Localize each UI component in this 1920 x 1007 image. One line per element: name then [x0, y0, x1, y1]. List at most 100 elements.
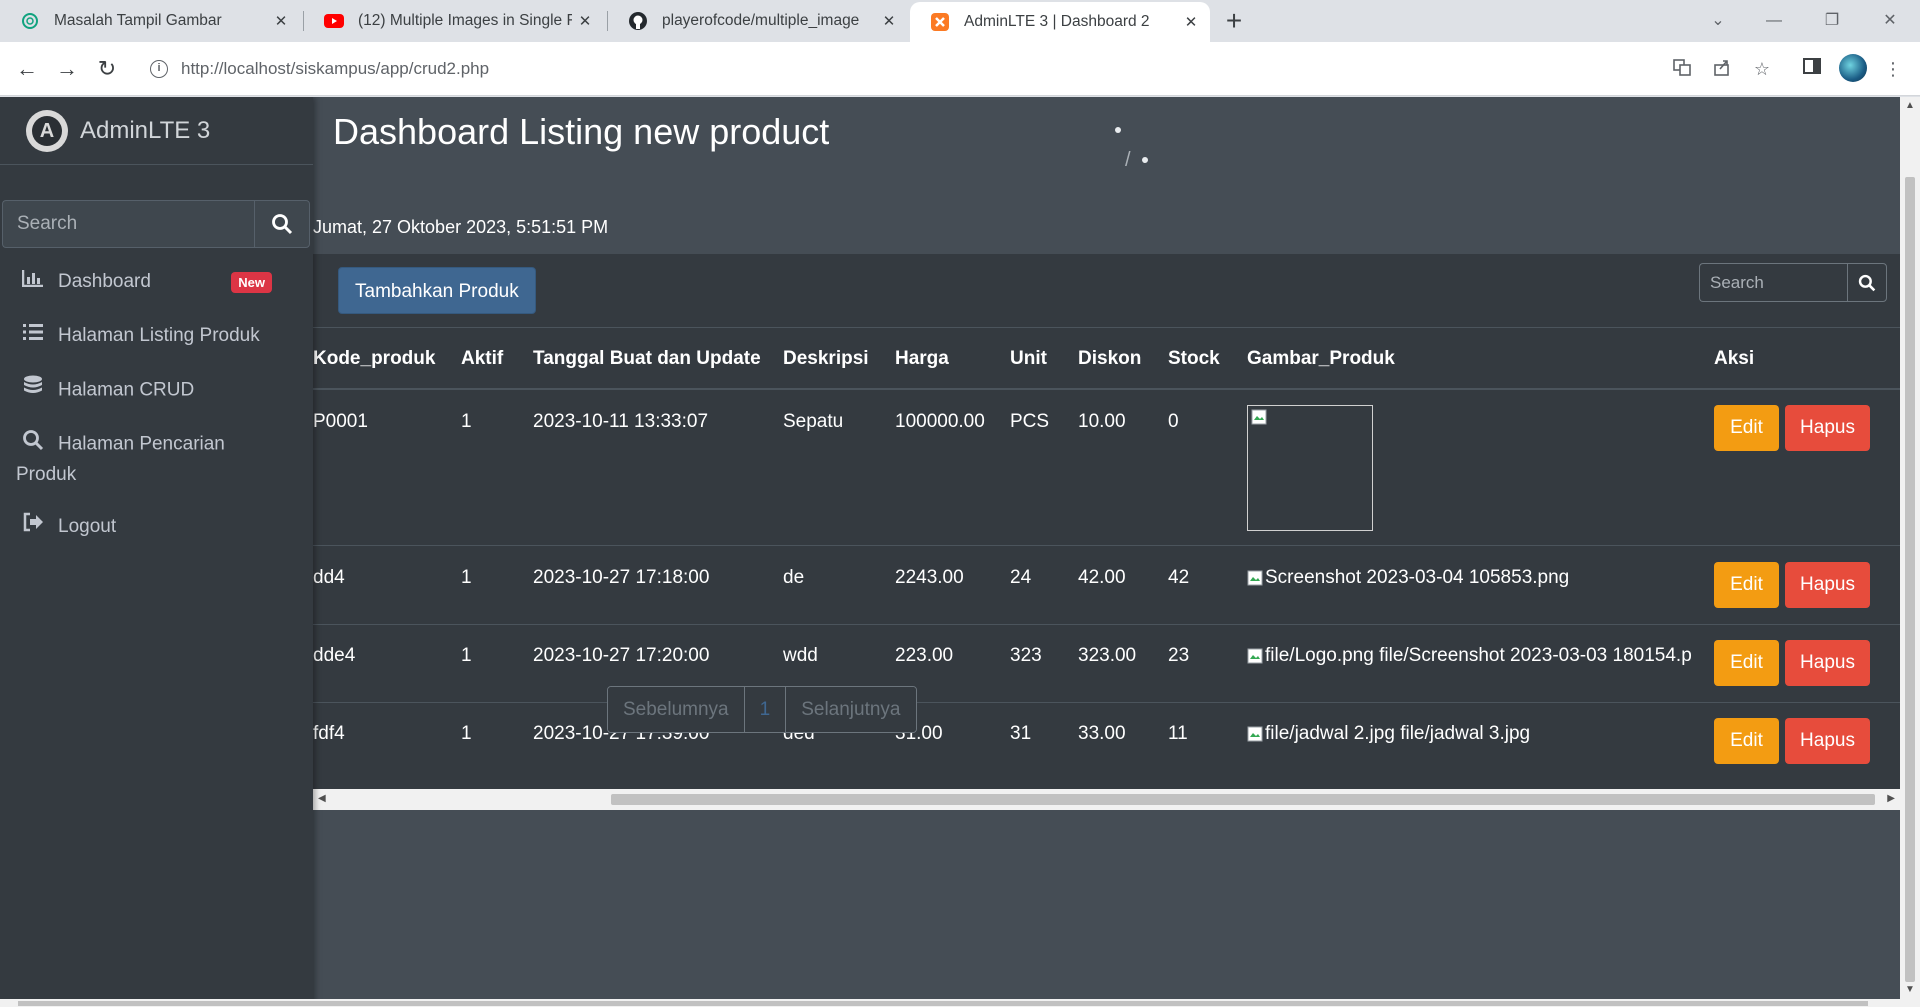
brand-link[interactable]: A AdminLTE 3: [0, 97, 313, 165]
minimize-button[interactable]: —: [1756, 4, 1792, 38]
page-horizontal-scrollbar[interactable]: [0, 999, 1900, 1007]
column-header: Deskripsi: [783, 348, 869, 369]
edit-button[interactable]: Edit: [1714, 562, 1779, 608]
column-header: Harga: [895, 348, 949, 369]
site-info-icon[interactable]: i: [150, 60, 168, 78]
close-icon[interactable]: ✕: [1178, 13, 1204, 31]
close-icon[interactable]: ✕: [572, 12, 598, 30]
pagination-next[interactable]: Selanjutnya: [786, 687, 916, 732]
main-content: Dashboard Listing new product / Jumat, 2…: [313, 97, 1900, 1007]
share-icon[interactable]: [1710, 57, 1734, 81]
translate-icon[interactable]: [1670, 57, 1694, 81]
harga-cell: 100000.00: [895, 411, 985, 432]
aktif-cell: 1: [461, 411, 472, 432]
stock-cell: 42: [1168, 567, 1190, 588]
edit-button[interactable]: Edit: [1714, 640, 1779, 686]
scroll-right-arrow-icon[interactable]: ▶: [1887, 793, 1895, 804]
column-header: Kode_produk: [313, 348, 436, 369]
column-header: Unit: [1010, 348, 1047, 369]
unit-cell: 31: [1010, 723, 1032, 744]
delete-button[interactable]: Hapus: [1785, 718, 1870, 764]
tanggal-cell: 2023-10-11 13:33:07: [533, 411, 709, 432]
column-header: Tanggal Buat dan Update: [533, 348, 761, 369]
brand-text: AdminLTE 3: [80, 116, 211, 144]
tab-search-icon[interactable]: ⌄: [1700, 4, 1736, 38]
sidebar-item-crud[interactable]: Halaman CRUD: [20, 375, 300, 406]
sidebar-search-input[interactable]: [2, 200, 254, 248]
restore-button[interactable]: ❐: [1814, 4, 1850, 38]
bookmark-star-icon[interactable]: ☆: [1750, 57, 1774, 81]
stock-cell: 11: [1168, 723, 1188, 744]
browser-toolbar: ← → ↻ i http://localhost/siskampus/app/c…: [0, 42, 1920, 96]
delete-button[interactable]: Hapus: [1785, 640, 1870, 686]
unit-cell: 323: [1010, 645, 1042, 666]
close-window-button[interactable]: ✕: [1872, 4, 1908, 38]
search-icon: [1858, 274, 1876, 291]
profile-avatar[interactable]: [1839, 54, 1867, 82]
pagination-page[interactable]: 1: [744, 687, 787, 732]
scrollbar-thumb[interactable]: [1905, 177, 1915, 982]
kode-produk-cell: P0001: [313, 411, 368, 432]
harga-cell: 2243.00: [895, 567, 964, 588]
sidebar-item-logout[interactable]: Logout: [20, 512, 300, 541]
deskripsi-cell: wdd: [783, 645, 818, 666]
scrollbar-thumb[interactable]: [18, 1001, 1868, 1006]
browser-tab-2[interactable]: (12) Multiple Images in Single Fi ✕: [304, 0, 604, 42]
scrollbar-thumb[interactable]: [611, 794, 1875, 805]
adminlte-logo: A: [26, 109, 68, 152]
forward-icon[interactable]: →: [53, 55, 81, 83]
unit-cell: PCS: [1010, 411, 1050, 432]
table-horizontal-scrollbar[interactable]: ◀ ▶: [313, 789, 1900, 810]
close-icon[interactable]: ✕: [876, 12, 902, 30]
browser-tab-1[interactable]: Masalah Tampil Gambar ✕: [0, 0, 300, 42]
broken-image-icon: [1247, 570, 1263, 586]
aktif-cell: 1: [461, 723, 472, 744]
side-panel-icon[interactable]: [1800, 57, 1824, 81]
sidebar-item-dashboard[interactable]: Dashboard New: [20, 267, 300, 296]
scroll-up-arrow-icon[interactable]: ▲: [1905, 100, 1915, 111]
edit-button[interactable]: Edit: [1714, 718, 1779, 764]
close-icon[interactable]: ✕: [268, 12, 294, 30]
reload-icon[interactable]: ↻: [93, 55, 121, 83]
new-tab-button[interactable]: +: [1218, 6, 1250, 38]
database-icon: [20, 375, 46, 406]
harga-cell: 223.00: [895, 645, 954, 666]
tab-title: Masalah Tampil Gambar: [54, 12, 222, 29]
deskripsi-cell: Sepatu: [783, 411, 844, 432]
back-icon[interactable]: ←: [13, 55, 41, 83]
browser-tab-4-active[interactable]: AdminLTE 3 | Dashboard 2 ✕: [910, 2, 1210, 42]
sidebar-item-pencarian-produk[interactable]: Halaman Pencarian Produk: [16, 429, 300, 489]
column-header: Gambar_Produk: [1247, 348, 1395, 369]
current-datetime: Jumat, 27 Oktober 2023, 5:51:51 PM: [313, 217, 609, 237]
address-bar[interactable]: i http://localhost/siskampus/app/crud2.p…: [140, 53, 1685, 85]
sidebar-item-listing-produk[interactable]: Halaman Listing Produk: [20, 321, 300, 350]
page-vertical-scrollbar[interactable]: ▲ ▼: [1900, 97, 1920, 1007]
page-viewport: A AdminLTE 3 Dashboard New Halaman Listi…: [0, 97, 1920, 1007]
scroll-left-arrow-icon[interactable]: ◀: [318, 793, 326, 804]
tab-title: playerofcode/multiple_image: [662, 12, 860, 29]
tanggal-cell: 2023-10-27 17:18:00: [533, 567, 710, 588]
chart-bar-icon: [20, 267, 46, 296]
stock-cell: 23: [1168, 645, 1190, 666]
browser-tab-3[interactable]: playerofcode/multiple_image ✕: [608, 0, 908, 42]
list-icon: [20, 321, 46, 350]
delete-button[interactable]: Hapus: [1785, 562, 1870, 608]
delete-button[interactable]: Hapus: [1785, 405, 1870, 451]
pagination: Sebelumnya 1 Selanjutnya: [607, 686, 917, 733]
table-search-input[interactable]: [1699, 263, 1847, 302]
add-product-button[interactable]: Tambahkan Produk: [338, 267, 536, 314]
sidebar-item-label: Halaman Listing Produk: [58, 325, 260, 346]
breadcrumb-item[interactable]: [1115, 127, 1121, 133]
breadcrumb-item[interactable]: [1142, 157, 1148, 163]
edit-button[interactable]: Edit: [1714, 405, 1779, 451]
search-icon: [272, 214, 293, 235]
table-search-button[interactable]: [1847, 263, 1887, 302]
chatgpt-icon: [20, 11, 40, 31]
column-header: Aksi: [1714, 348, 1755, 369]
pagination-prev[interactable]: Sebelumnya: [608, 687, 745, 732]
sidebar-search-button[interactable]: [254, 200, 310, 248]
more-menu-icon[interactable]: ⋮: [1881, 57, 1905, 81]
kode-produk-cell: fdf4: [313, 723, 345, 744]
stock-cell: 0: [1168, 411, 1179, 432]
scroll-down-arrow-icon[interactable]: ▼: [1905, 984, 1915, 995]
